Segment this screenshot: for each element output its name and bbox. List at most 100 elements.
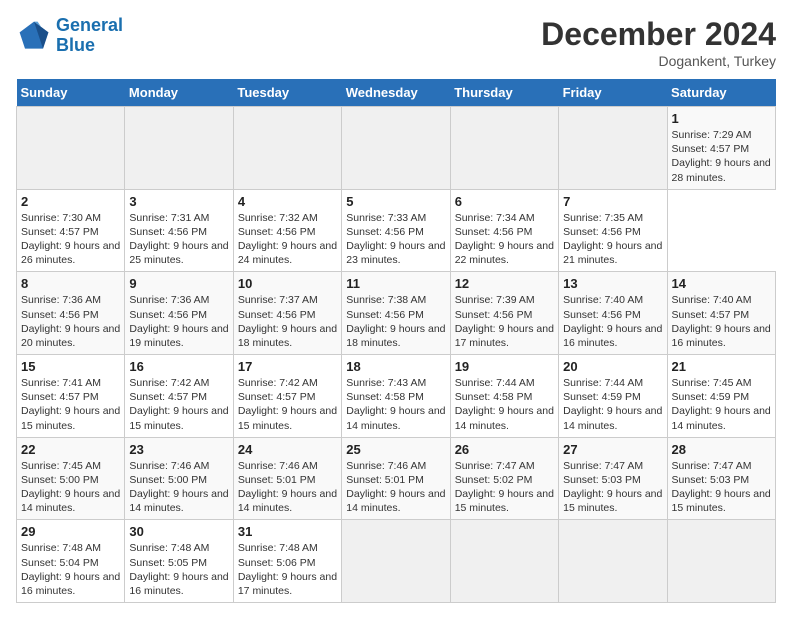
day-info: Sunrise: 7:33 AMSunset: 4:56 PMDaylight:… [346,211,445,268]
calendar-cell [342,107,450,190]
calendar-cell [667,520,775,603]
calendar-cell [125,107,233,190]
day-number: 2 [21,194,120,209]
calendar-cell: 24 Sunrise: 7:46 AMSunset: 5:01 PMDayligh… [233,437,341,520]
day-number: 20 [563,359,662,374]
month-title: December 2024 [541,16,776,53]
calendar-cell [450,107,558,190]
calendar-cell: 13 Sunrise: 7:40 AMSunset: 4:56 PMDayligh… [559,272,667,355]
calendar-cell: 11 Sunrise: 7:38 AMSunset: 4:56 PMDayligh… [342,272,450,355]
day-info: Sunrise: 7:39 AMSunset: 4:56 PMDaylight:… [455,293,554,350]
calendar-table: SundayMondayTuesdayWednesdayThursdayFrid… [16,79,776,603]
calendar-cell: 27Sunrise: 7:47 AMSunset: 5:03 PMDayligh… [559,437,667,520]
day-info: Sunrise: 7:45 AMSunset: 5:00 PMDaylight:… [21,459,120,516]
day-number: 26 [455,442,554,457]
logo: General Blue [16,16,123,56]
day-info: Sunrise: 7:40 AMSunset: 4:56 PMDaylight:… [563,293,662,350]
calendar-cell: 18 Sunrise: 7:43 AMSunset: 4:58 PMDayligh… [342,355,450,438]
day-number: 13 [563,276,662,291]
day-number: 17 [238,359,337,374]
day-info: Sunrise: 7:42 AMSunset: 4:57 PMDaylight:… [238,376,337,433]
week-row: 22 Sunrise: 7:45 AMSunset: 5:00 PMDayligh… [17,437,776,520]
day-info: Sunrise: 7:32 AMSunset: 4:56 PMDaylight:… [238,211,337,268]
calendar-cell: 3 Sunrise: 7:31 AMSunset: 4:56 PMDaylight… [125,189,233,272]
logo-text: General Blue [56,16,123,56]
day-number: 31 [238,524,337,539]
week-row: 2 Sunrise: 7:30 AMSunset: 4:57 PMDaylight… [17,189,776,272]
calendar-cell: 22 Sunrise: 7:45 AMSunset: 5:00 PMDayligh… [17,437,125,520]
calendar-cell: 21Sunrise: 7:45 AMSunset: 4:59 PMDayligh… [667,355,775,438]
day-info: Sunrise: 7:34 AMSunset: 4:56 PMDaylight:… [455,211,554,268]
day-info: Sunrise: 7:48 AMSunset: 5:04 PMDaylight:… [21,541,120,598]
calendar-cell [559,107,667,190]
calendar-cell: 5 Sunrise: 7:33 AMSunset: 4:56 PMDaylight… [342,189,450,272]
logo-line1: General [56,15,123,35]
calendar-cell [559,520,667,603]
day-number: 19 [455,359,554,374]
day-number: 27 [563,442,662,457]
day-info: Sunrise: 7:48 AMSunset: 5:06 PMDaylight:… [238,541,337,598]
day-info: Sunrise: 7:41 AMSunset: 4:57 PMDaylight:… [21,376,120,433]
calendar-cell [450,520,558,603]
calendar-cell: 20Sunrise: 7:44 AMSunset: 4:59 PMDayligh… [559,355,667,438]
day-info: Sunrise: 7:43 AMSunset: 4:58 PMDaylight:… [346,376,445,433]
day-info: Sunrise: 7:46 AMSunset: 5:01 PMDaylight:… [238,459,337,516]
day-number: 7 [563,194,662,209]
day-info: Sunrise: 7:35 AMSunset: 4:56 PMDaylight:… [563,211,662,268]
calendar-cell: 10Sunrise: 7:37 AMSunset: 4:56 PMDayligh… [233,272,341,355]
day-number: 25 [346,442,445,457]
day-info: Sunrise: 7:37 AMSunset: 4:56 PMDaylight:… [238,293,337,350]
day-number: 24 [238,442,337,457]
day-number: 8 [21,276,120,291]
day-number: 29 [21,524,120,539]
day-number: 6 [455,194,554,209]
day-info: Sunrise: 7:46 AMSunset: 5:00 PMDaylight:… [129,459,228,516]
day-number: 11 [346,276,445,291]
calendar-cell [342,520,450,603]
day-number: 5 [346,194,445,209]
header-day-tuesday: Tuesday [233,79,341,107]
week-row: 15 Sunrise: 7:41 AMSunset: 4:57 PMDayligh… [17,355,776,438]
day-number: 9 [129,276,228,291]
calendar-header: SundayMondayTuesdayWednesdayThursdayFrid… [17,79,776,107]
week-row: 29 Sunrise: 7:48 AMSunset: 5:04 PMDayligh… [17,520,776,603]
day-info: Sunrise: 7:40 AMSunset: 4:57 PMDaylight:… [672,293,771,350]
calendar-cell: 7 Sunrise: 7:35 AMSunset: 4:56 PMDaylight… [559,189,667,272]
calendar-cell [233,107,341,190]
day-info: Sunrise: 7:45 AMSunset: 4:59 PMDaylight:… [672,376,771,433]
calendar-cell: 15 Sunrise: 7:41 AMSunset: 4:57 PMDayligh… [17,355,125,438]
day-info: Sunrise: 7:36 AMSunset: 4:56 PMDaylight:… [21,293,120,350]
day-number: 18 [346,359,445,374]
calendar-cell [17,107,125,190]
day-number: 15 [21,359,120,374]
calendar-cell: 12 Sunrise: 7:39 AMSunset: 4:56 PMDayligh… [450,272,558,355]
logo-line2: Blue [56,35,95,55]
day-number: 1 [672,111,771,126]
day-number: 14 [672,276,771,291]
logo-icon [16,18,52,54]
calendar-cell: 8 Sunrise: 7:36 AMSunset: 4:56 PMDaylight… [17,272,125,355]
header-row: SundayMondayTuesdayWednesdayThursdayFrid… [17,79,776,107]
day-info: Sunrise: 7:31 AMSunset: 4:56 PMDaylight:… [129,211,228,268]
day-info: Sunrise: 7:48 AMSunset: 5:05 PMDaylight:… [129,541,228,598]
calendar-body: 1Sunrise: 7:29 AMSunset: 4:57 PMDaylight… [17,107,776,603]
day-number: 22 [21,442,120,457]
calendar-cell: 9Sunrise: 7:36 AMSunset: 4:56 PMDaylight… [125,272,233,355]
location-title: Dogankent, Turkey [541,53,776,69]
day-number: 12 [455,276,554,291]
day-number: 23 [129,442,228,457]
calendar-cell: 14 Sunrise: 7:40 AMSunset: 4:57 PMDayligh… [667,272,775,355]
header: General Blue December 2024 Dogankent, Tu… [16,16,776,69]
calendar-cell: 31 Sunrise: 7:48 AMSunset: 5:06 PMDayligh… [233,520,341,603]
day-info: Sunrise: 7:42 AMSunset: 4:57 PMDaylight:… [129,376,228,433]
header-day-monday: Monday [125,79,233,107]
calendar-cell: 30Sunrise: 7:48 AMSunset: 5:05 PMDayligh… [125,520,233,603]
calendar-cell: 1Sunrise: 7:29 AMSunset: 4:57 PMDaylight… [667,107,775,190]
day-info: Sunrise: 7:38 AMSunset: 4:56 PMDaylight:… [346,293,445,350]
week-row: 8 Sunrise: 7:36 AMSunset: 4:56 PMDaylight… [17,272,776,355]
day-number: 3 [129,194,228,209]
day-info: Sunrise: 7:46 AMSunset: 5:01 PMDaylight:… [346,459,445,516]
calendar-cell: 28Sunrise: 7:47 AMSunset: 5:03 PMDayligh… [667,437,775,520]
calendar-cell: 16Sunrise: 7:42 AMSunset: 4:57 PMDayligh… [125,355,233,438]
day-info: Sunrise: 7:30 AMSunset: 4:57 PMDaylight:… [21,211,120,268]
